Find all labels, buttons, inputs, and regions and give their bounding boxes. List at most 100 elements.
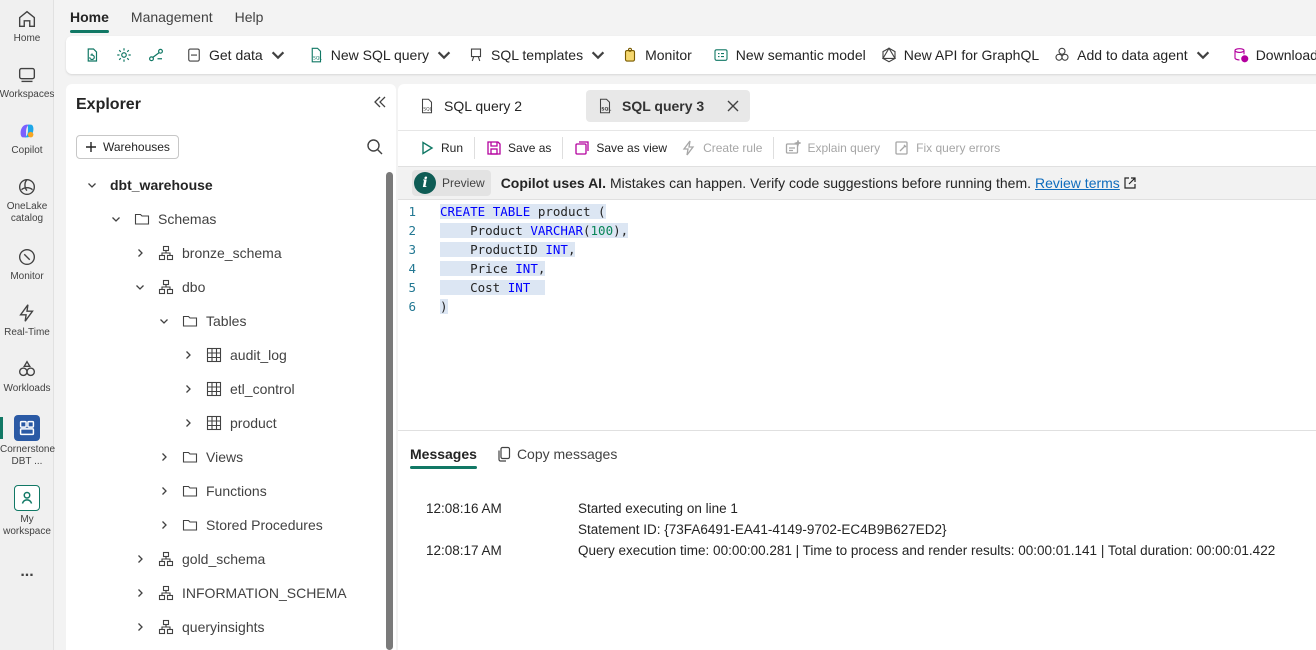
home-icon [18, 10, 36, 28]
new-sql-query-button[interactable]: SQL New SQL query [300, 40, 460, 70]
toolbar-divider [773, 136, 775, 159]
ribbon-tabs: Home Management Help [70, 0, 263, 34]
rail-realtime[interactable]: Real-Time [0, 302, 54, 339]
rail-realtime-label: Real-Time [4, 327, 50, 338]
message-time: 12:08:16 AM [426, 501, 502, 516]
tab-home[interactable]: Home [70, 2, 109, 33]
lineage-button[interactable] [140, 40, 172, 70]
tree-item-bronze-schema[interactable]: bronze_schema [134, 239, 282, 267]
toolbar-divider [562, 136, 564, 159]
tab-sql-query-2[interactable]: SQL SQL query 2 [402, 90, 532, 122]
search-icon[interactable] [366, 138, 384, 156]
refresh-button[interactable] [76, 40, 108, 70]
messages-tabs: Messages Copy messages [410, 439, 617, 469]
add-warehouses-button[interactable]: Warehouses [76, 135, 179, 159]
message-time: 12:08:17 AM [426, 543, 502, 558]
sql-templates-button[interactable]: SQL templates [460, 40, 614, 70]
rail-cornerstone[interactable]: Cornerstone DBT ... [0, 415, 56, 468]
tree-item-information-schema[interactable]: INFORMATION_SCHEMA [134, 579, 347, 607]
download-sql-button[interactable]: Download SQL da [1225, 40, 1316, 70]
create-rule-button[interactable]: Create rule [674, 134, 769, 162]
settings-button[interactable] [108, 40, 140, 70]
tree-item-tables[interactable]: Tables [158, 307, 246, 335]
copilot-icon [20, 124, 34, 138]
tree-item-dbo[interactable]: dbo [134, 273, 205, 301]
code-editor[interactable]: 1 CREATE TABLE product ( 2 Product VARCH… [398, 202, 1316, 430]
query-toolbar: Run Save as Save as view Create rule Exp… [398, 130, 1316, 164]
copy-messages-button[interactable]: Copy messages [497, 446, 617, 462]
more-icon[interactable]: ... [0, 564, 54, 580]
code-text: ) [440, 299, 448, 314]
tab-help[interactable]: Help [235, 2, 264, 32]
chevron-right-icon [138, 589, 143, 597]
sql-file-icon: SQL [421, 98, 433, 114]
data-agent-icon [1055, 47, 1069, 61]
database-icon [188, 48, 200, 62]
tree-item-etl-control[interactable]: etl_control [182, 375, 295, 403]
rail-copilot[interactable]: Copilot [0, 120, 54, 157]
close-icon[interactable] [726, 99, 740, 113]
rail-home[interactable]: Home [0, 8, 54, 45]
person-icon [14, 485, 40, 511]
rail-workspaces-label: Workspaces [0, 89, 55, 100]
tree-item-functions[interactable]: Functions [158, 477, 267, 505]
new-api-graphql-button[interactable]: New API for GraphQL [873, 40, 1046, 70]
rail-cornerstone-label: Cornerstone DBT ... [0, 444, 56, 467]
copy-icon [498, 446, 511, 462]
rail-my-workspace[interactable]: My workspace [0, 485, 54, 538]
tree-item-schemas[interactable]: Schemas [110, 205, 216, 233]
folder-icon [182, 451, 198, 463]
save-as-button[interactable]: Save as [479, 134, 558, 162]
rail-workloads[interactable]: Workloads [0, 358, 54, 395]
folder-icon [182, 485, 198, 497]
workloads-icon [18, 360, 36, 377]
collapse-pane-icon[interactable] [372, 94, 388, 110]
tree-item-audit-log[interactable]: audit_log [182, 341, 287, 369]
explain-query-button[interactable]: Explain query [778, 134, 887, 162]
lightning-icon [19, 304, 34, 322]
chevron-down-icon [136, 285, 144, 290]
tree-item-queryinsights[interactable]: queryinsights [134, 613, 265, 641]
rail-onelake[interactable]: OneLake catalog [0, 176, 54, 225]
tree-item-views[interactable]: Views [158, 443, 243, 471]
lightning-icon [682, 140, 695, 155]
tree-item-stored-procedures[interactable]: Stored Procedures [158, 511, 323, 539]
gear-icon [117, 48, 131, 62]
add-to-data-agent-button[interactable]: Add to data agent [1046, 40, 1219, 70]
monitor-button[interactable]: Monitor [614, 40, 699, 70]
query-tabs: SQL SQL query 2 SQL SQL query 3 [398, 84, 1316, 126]
line-number: 2 [408, 223, 416, 238]
line-number: 4 [408, 261, 416, 276]
wrench-icon [895, 140, 908, 155]
onelake-catalog-icon [18, 178, 36, 196]
get-data-button[interactable]: Get data [178, 40, 294, 70]
code-text: Cost INT [440, 280, 546, 295]
tree-item-product[interactable]: product [182, 409, 277, 437]
ribbon-toolbar: Get data SQL New SQL query SQL templates… [66, 36, 1316, 74]
preview-badge: i Preview [412, 170, 491, 196]
lineage-icon [149, 48, 163, 62]
rail-monitor[interactable]: Monitor [0, 246, 54, 283]
schema-icon [158, 619, 174, 635]
review-terms-link[interactable]: Review terms [1035, 175, 1120, 191]
rail-my-workspace-label: My workspace [3, 514, 51, 537]
line-number: 1 [408, 204, 416, 219]
code-text: ProductID INT, [440, 242, 576, 257]
fix-query-errors-button[interactable]: Fix query errors [887, 134, 1007, 162]
tab-sql-query-3[interactable]: SQL SQL query 3 [586, 90, 751, 122]
code-text: Product VARCHAR(100), [440, 223, 629, 238]
new-semantic-model-button[interactable]: New semantic model [705, 40, 873, 70]
rail-workspaces[interactable]: Workspaces [0, 64, 54, 101]
message-text: Statement ID: {73FA6491-EA41-4149-9702-E… [578, 522, 947, 537]
chevron-down-icon [1196, 51, 1209, 60]
save-as-view-button[interactable]: Save as view [567, 134, 674, 162]
tree-item-dbt-warehouse[interactable]: dbt_warehouse [86, 171, 213, 199]
tab-messages[interactable]: Messages [410, 439, 477, 469]
rail-monitor-label: Monitor [10, 271, 44, 282]
tab-management[interactable]: Management [131, 2, 213, 32]
save-icon [487, 140, 501, 155]
run-button[interactable]: Run [412, 134, 470, 162]
explorer-scrollbar[interactable] [386, 172, 393, 650]
line-number: 3 [408, 242, 416, 257]
tree-item-gold-schema[interactable]: gold_schema [134, 545, 265, 573]
